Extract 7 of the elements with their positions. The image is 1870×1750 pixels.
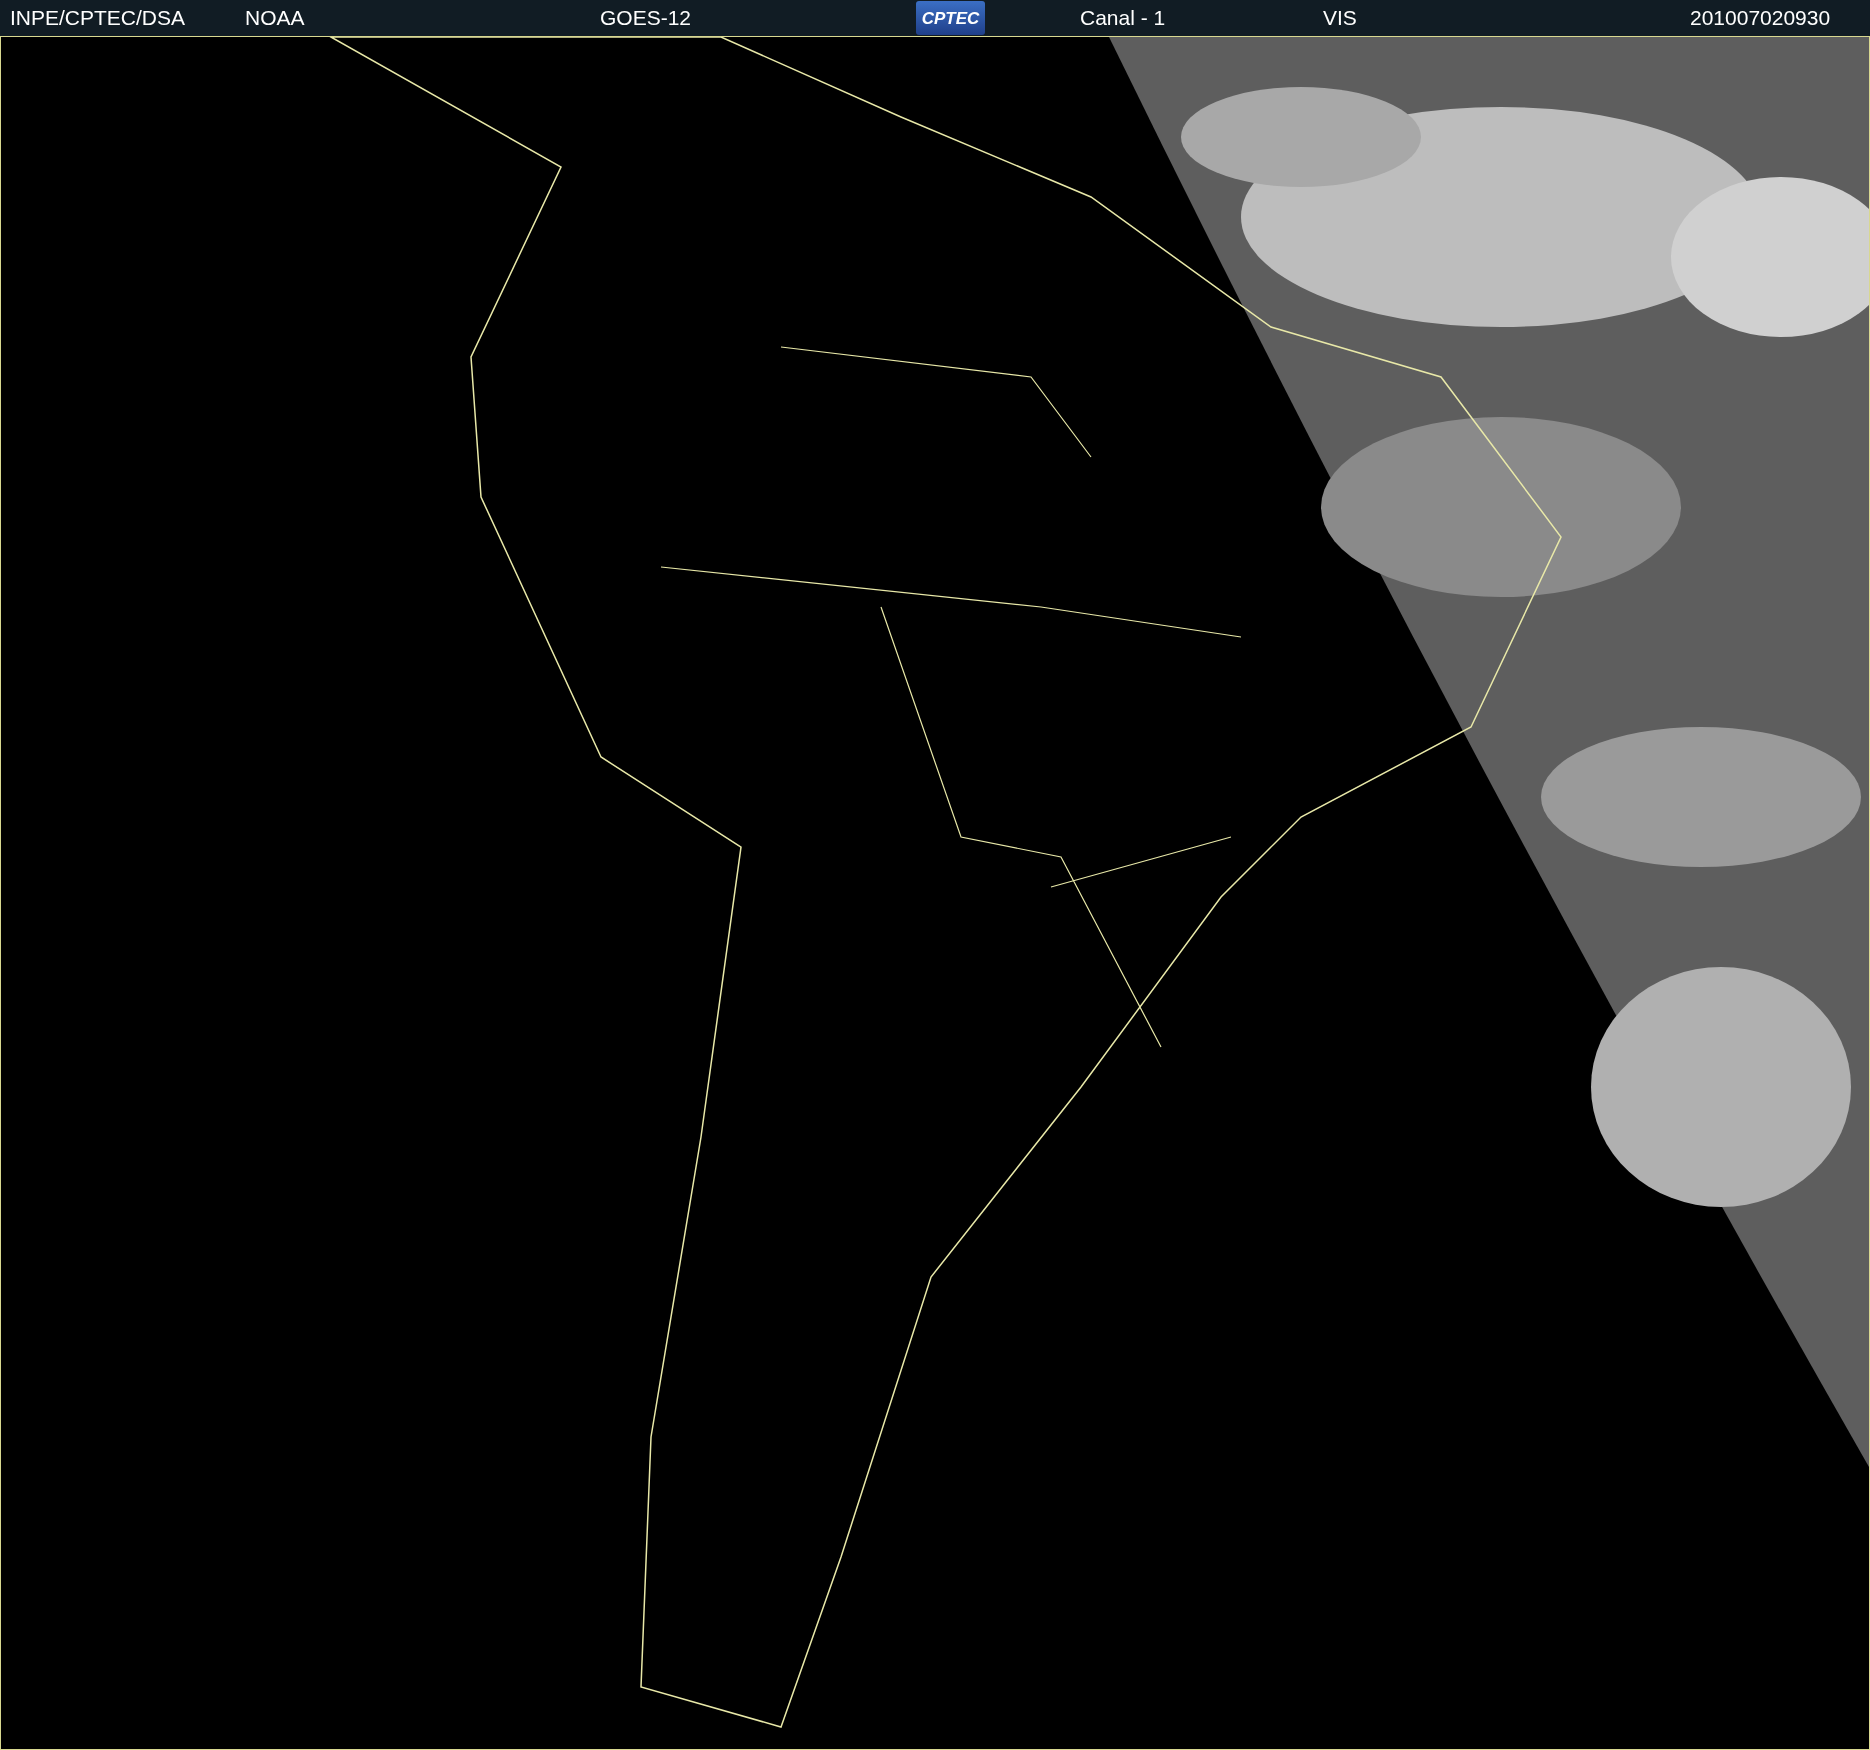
header-label: INPE/CPTEC/DSA <box>10 6 186 30</box>
logo: CPTEC <box>916 1 985 36</box>
header-label: 201007020930 <box>1690 6 1831 30</box>
header-label: Canal - 1 <box>1080 6 1166 30</box>
header-label: VIS <box>1323 6 1357 30</box>
header-label: NOAA <box>245 6 305 30</box>
header-label: GOES-12 <box>600 6 692 30</box>
